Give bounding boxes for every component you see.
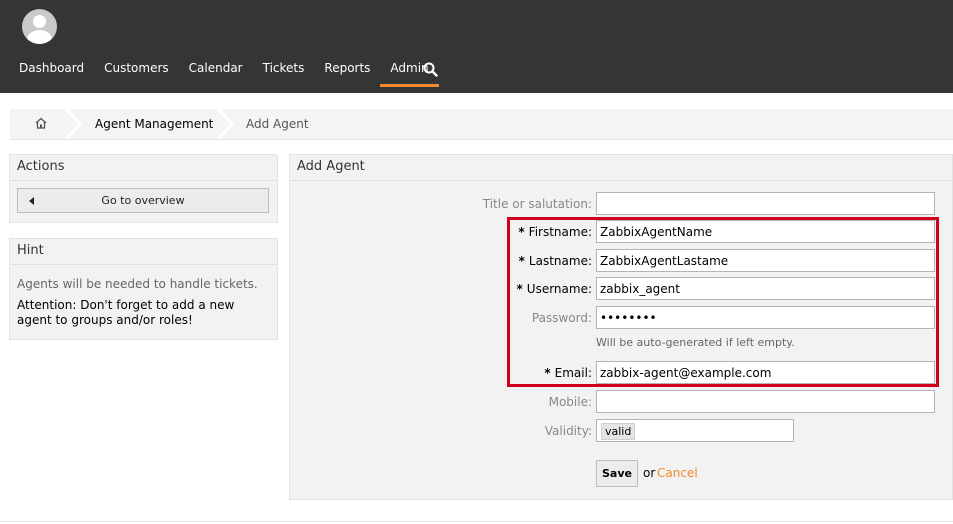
username-label: * Username: <box>517 282 593 296</box>
password-help: Will be auto-generated if left empty. <box>596 336 795 349</box>
validity-selected-value: valid <box>601 423 636 440</box>
firstname-input[interactable] <box>596 220 935 243</box>
breadcrumb: Agent Management Add Agent <box>10 109 953 140</box>
nav-item-customers[interactable]: Customers <box>94 58 179 87</box>
footer-divider <box>0 521 953 522</box>
search-icon[interactable] <box>423 62 438 77</box>
go-to-overview-label: Go to overview <box>101 194 185 207</box>
breadcrumb-agent-management[interactable]: Agent Management <box>95 117 213 131</box>
avatar[interactable] <box>22 9 57 44</box>
hint-line-1: Agents will be needed to handle tickets. <box>17 277 258 291</box>
title-label: Title or salutation: <box>482 197 592 211</box>
lastname-label-text: Lastname: <box>528 254 592 268</box>
lastname-input[interactable] <box>596 249 935 272</box>
go-to-overview-button[interactable]: Go to overview <box>17 188 269 213</box>
mobile-label: Mobile: <box>548 395 592 409</box>
password-input[interactable] <box>596 306 935 329</box>
hint-title: Hint <box>10 239 277 265</box>
email-input[interactable] <box>596 361 935 384</box>
nav-item-dashboard[interactable]: Dashboard <box>9 58 94 87</box>
firstname-label: * Firstname: <box>518 225 592 239</box>
mobile-row: Mobile: <box>290 390 940 414</box>
top-bar: Dashboard Customers Calendar Tickets Rep… <box>0 0 953 93</box>
or-text: or <box>643 466 656 480</box>
lastname-label: * Lastname: <box>519 254 592 268</box>
username-label-text: Username: <box>526 282 592 296</box>
firstname-label-text: Firstname: <box>528 225 592 239</box>
username-input[interactable] <box>596 277 935 300</box>
required-star: * <box>544 366 551 380</box>
email-label-text: Email: <box>554 366 592 380</box>
breadcrumb-add-agent: Add Agent <box>246 117 309 131</box>
actions-panel: Actions Go to overview <box>9 154 278 223</box>
validity-label: Validity: <box>544 424 592 438</box>
avatar-head <box>33 15 46 28</box>
email-row: * Email: <box>290 361 940 385</box>
main-nav: Dashboard Customers Calendar Tickets Rep… <box>9 58 439 88</box>
add-agent-title: Add Agent <box>290 155 952 181</box>
add-agent-panel: Add Agent Title or salutation: * Firstnam… <box>289 154 953 500</box>
hint-panel: Hint Agents will be needed to handle tic… <box>9 238 278 340</box>
mobile-input[interactable] <box>596 390 935 413</box>
actions-title: Actions <box>10 155 277 181</box>
username-row: * Username: <box>290 277 940 301</box>
cancel-link[interactable]: Cancel <box>657 466 698 480</box>
title-row: Title or salutation: <box>290 192 940 216</box>
home-icon <box>35 117 47 129</box>
required-star: * <box>516 282 523 296</box>
password-row: Password: <box>290 306 940 330</box>
breadcrumb-home[interactable] <box>10 109 72 139</box>
validity-row: Validity: valid <box>290 419 940 443</box>
nav-item-reports[interactable]: Reports <box>314 58 380 87</box>
nav-item-tickets[interactable]: Tickets <box>253 58 315 87</box>
lastname-row: * Lastname: <box>290 249 940 273</box>
nav-item-calendar[interactable]: Calendar <box>179 58 253 87</box>
email-label: * Email: <box>544 366 592 380</box>
validity-select[interactable]: valid <box>596 419 794 442</box>
breadcrumb-separator <box>216 109 234 139</box>
required-star: * <box>518 254 525 268</box>
title-input[interactable] <box>596 192 935 215</box>
caret-left-icon <box>29 197 34 205</box>
breadcrumb-separator <box>64 109 82 139</box>
avatar-body <box>27 30 52 44</box>
save-button[interactable]: Save <box>596 460 638 487</box>
firstname-row: * Firstname: <box>290 220 940 244</box>
required-star: * <box>518 225 525 239</box>
password-label: Password: <box>531 311 592 325</box>
hint-line-2: Attention: Don't forget to add a new age… <box>17 298 235 327</box>
